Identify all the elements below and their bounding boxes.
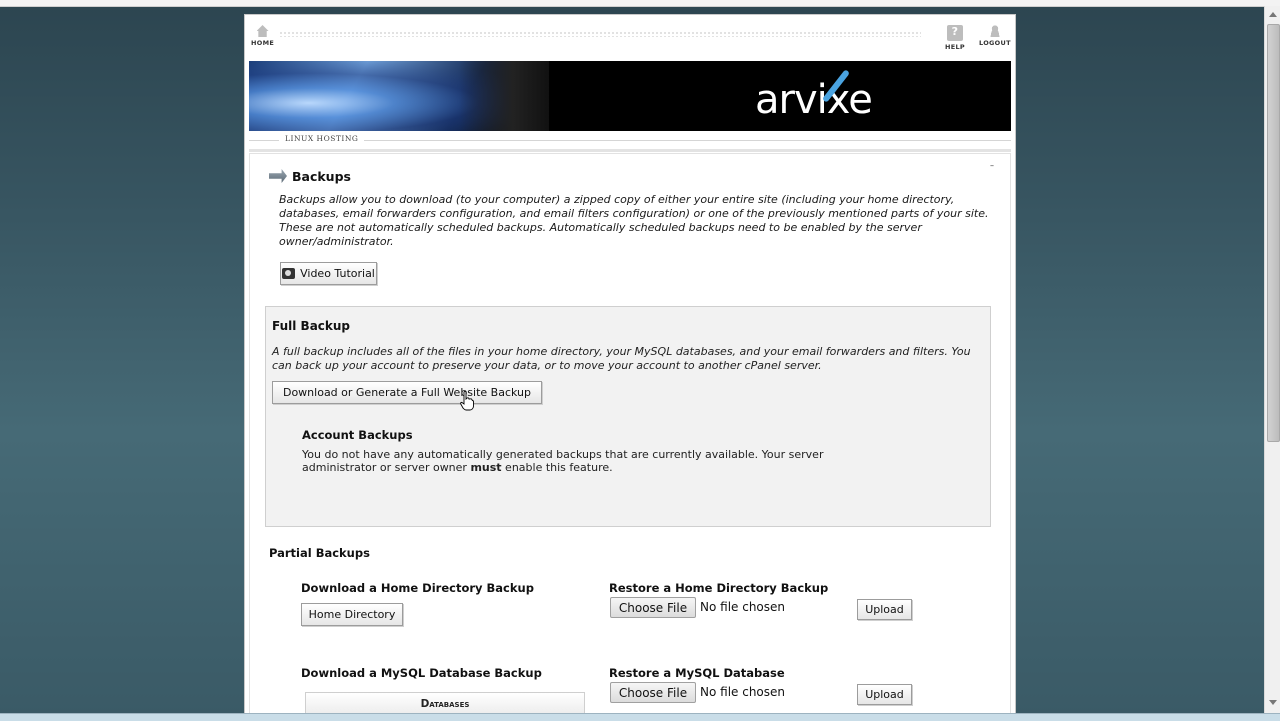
full-backup-title: Full Backup <box>272 319 351 333</box>
page-title: Backups <box>269 166 351 186</box>
logout-label: LOGOUT <box>979 39 1011 47</box>
account-backups-title: Account Backups <box>302 428 413 442</box>
home-nav-button[interactable]: HOME <box>251 25 274 47</box>
help-label: HELP <box>945 43 965 51</box>
full-backup-description: A full backup includes all of the files … <box>272 345 971 372</box>
home-label: HOME <box>251 39 275 47</box>
home-file-status: No file chosen <box>700 600 786 614</box>
help-icon: ? <box>947 25 963 41</box>
browser-top-edge <box>0 0 1280 7</box>
cpanel-page: HOME ? HELP LOGOUT arvixe LINUX HOSTING … <box>244 14 1016 716</box>
logout-nav-button[interactable]: LOGOUT <box>979 25 1011 47</box>
mysql-file-status: No file chosen <box>700 685 786 699</box>
user-icon <box>988 25 1001 37</box>
sub-header: LINUX HOSTING <box>249 131 1011 152</box>
hand-cursor-icon <box>460 391 474 411</box>
home-directory-button[interactable]: Home Directory <box>301 603 403 626</box>
databases-table-header: Databases <box>305 692 585 715</box>
home-restore-title: Restore a Home Directory Backup <box>609 581 829 595</box>
home-upload-button[interactable]: Upload <box>857 599 912 620</box>
mysql-choose-file-button[interactable]: Choose File <box>610 682 696 703</box>
intro-text: Backups allow you to download (to your c… <box>279 193 989 248</box>
vertical-scrollbar[interactable] <box>1264 6 1280 713</box>
full-backup-button[interactable]: Download or Generate a Full Website Back… <box>272 381 542 404</box>
home-icon <box>256 25 269 37</box>
scrollbar-thumb[interactable] <box>1267 24 1280 442</box>
arvixe-logo: arvixe <box>755 69 873 123</box>
home-choose-file-button[interactable]: Choose File <box>610 597 696 618</box>
top-nav: HOME ? HELP LOGOUT <box>249 19 1011 61</box>
partial-backups-title: Partial Backups <box>269 546 370 560</box>
mysql-upload-button[interactable]: Upload <box>857 684 912 705</box>
help-nav-button[interactable]: ? HELP <box>945 25 965 51</box>
nav-dotted-line <box>279 31 921 37</box>
home-download-title: Download a Home Directory Backup <box>301 581 534 595</box>
backup-icon <box>269 169 287 183</box>
mysql-download-title: Download a MySQL Database Backup <box>301 666 542 680</box>
hosting-label: LINUX HOSTING <box>279 134 365 143</box>
scroll-up-icon[interactable] <box>1269 12 1277 17</box>
mysql-restore-title: Restore a MySQL Database <box>609 666 785 680</box>
collapse-toggle[interactable]: – <box>990 161 994 170</box>
scroll-down-icon[interactable] <box>1269 700 1277 705</box>
brand-banner: arvixe <box>249 61 1011 131</box>
video-tutorial-button[interactable]: Video Tutorial <box>280 262 377 285</box>
account-backups-description: You do not have any automatically genera… <box>302 448 824 474</box>
full-backup-section: Full Backup A full backup includes all o… <box>265 306 991 527</box>
camera-icon <box>282 268 296 279</box>
